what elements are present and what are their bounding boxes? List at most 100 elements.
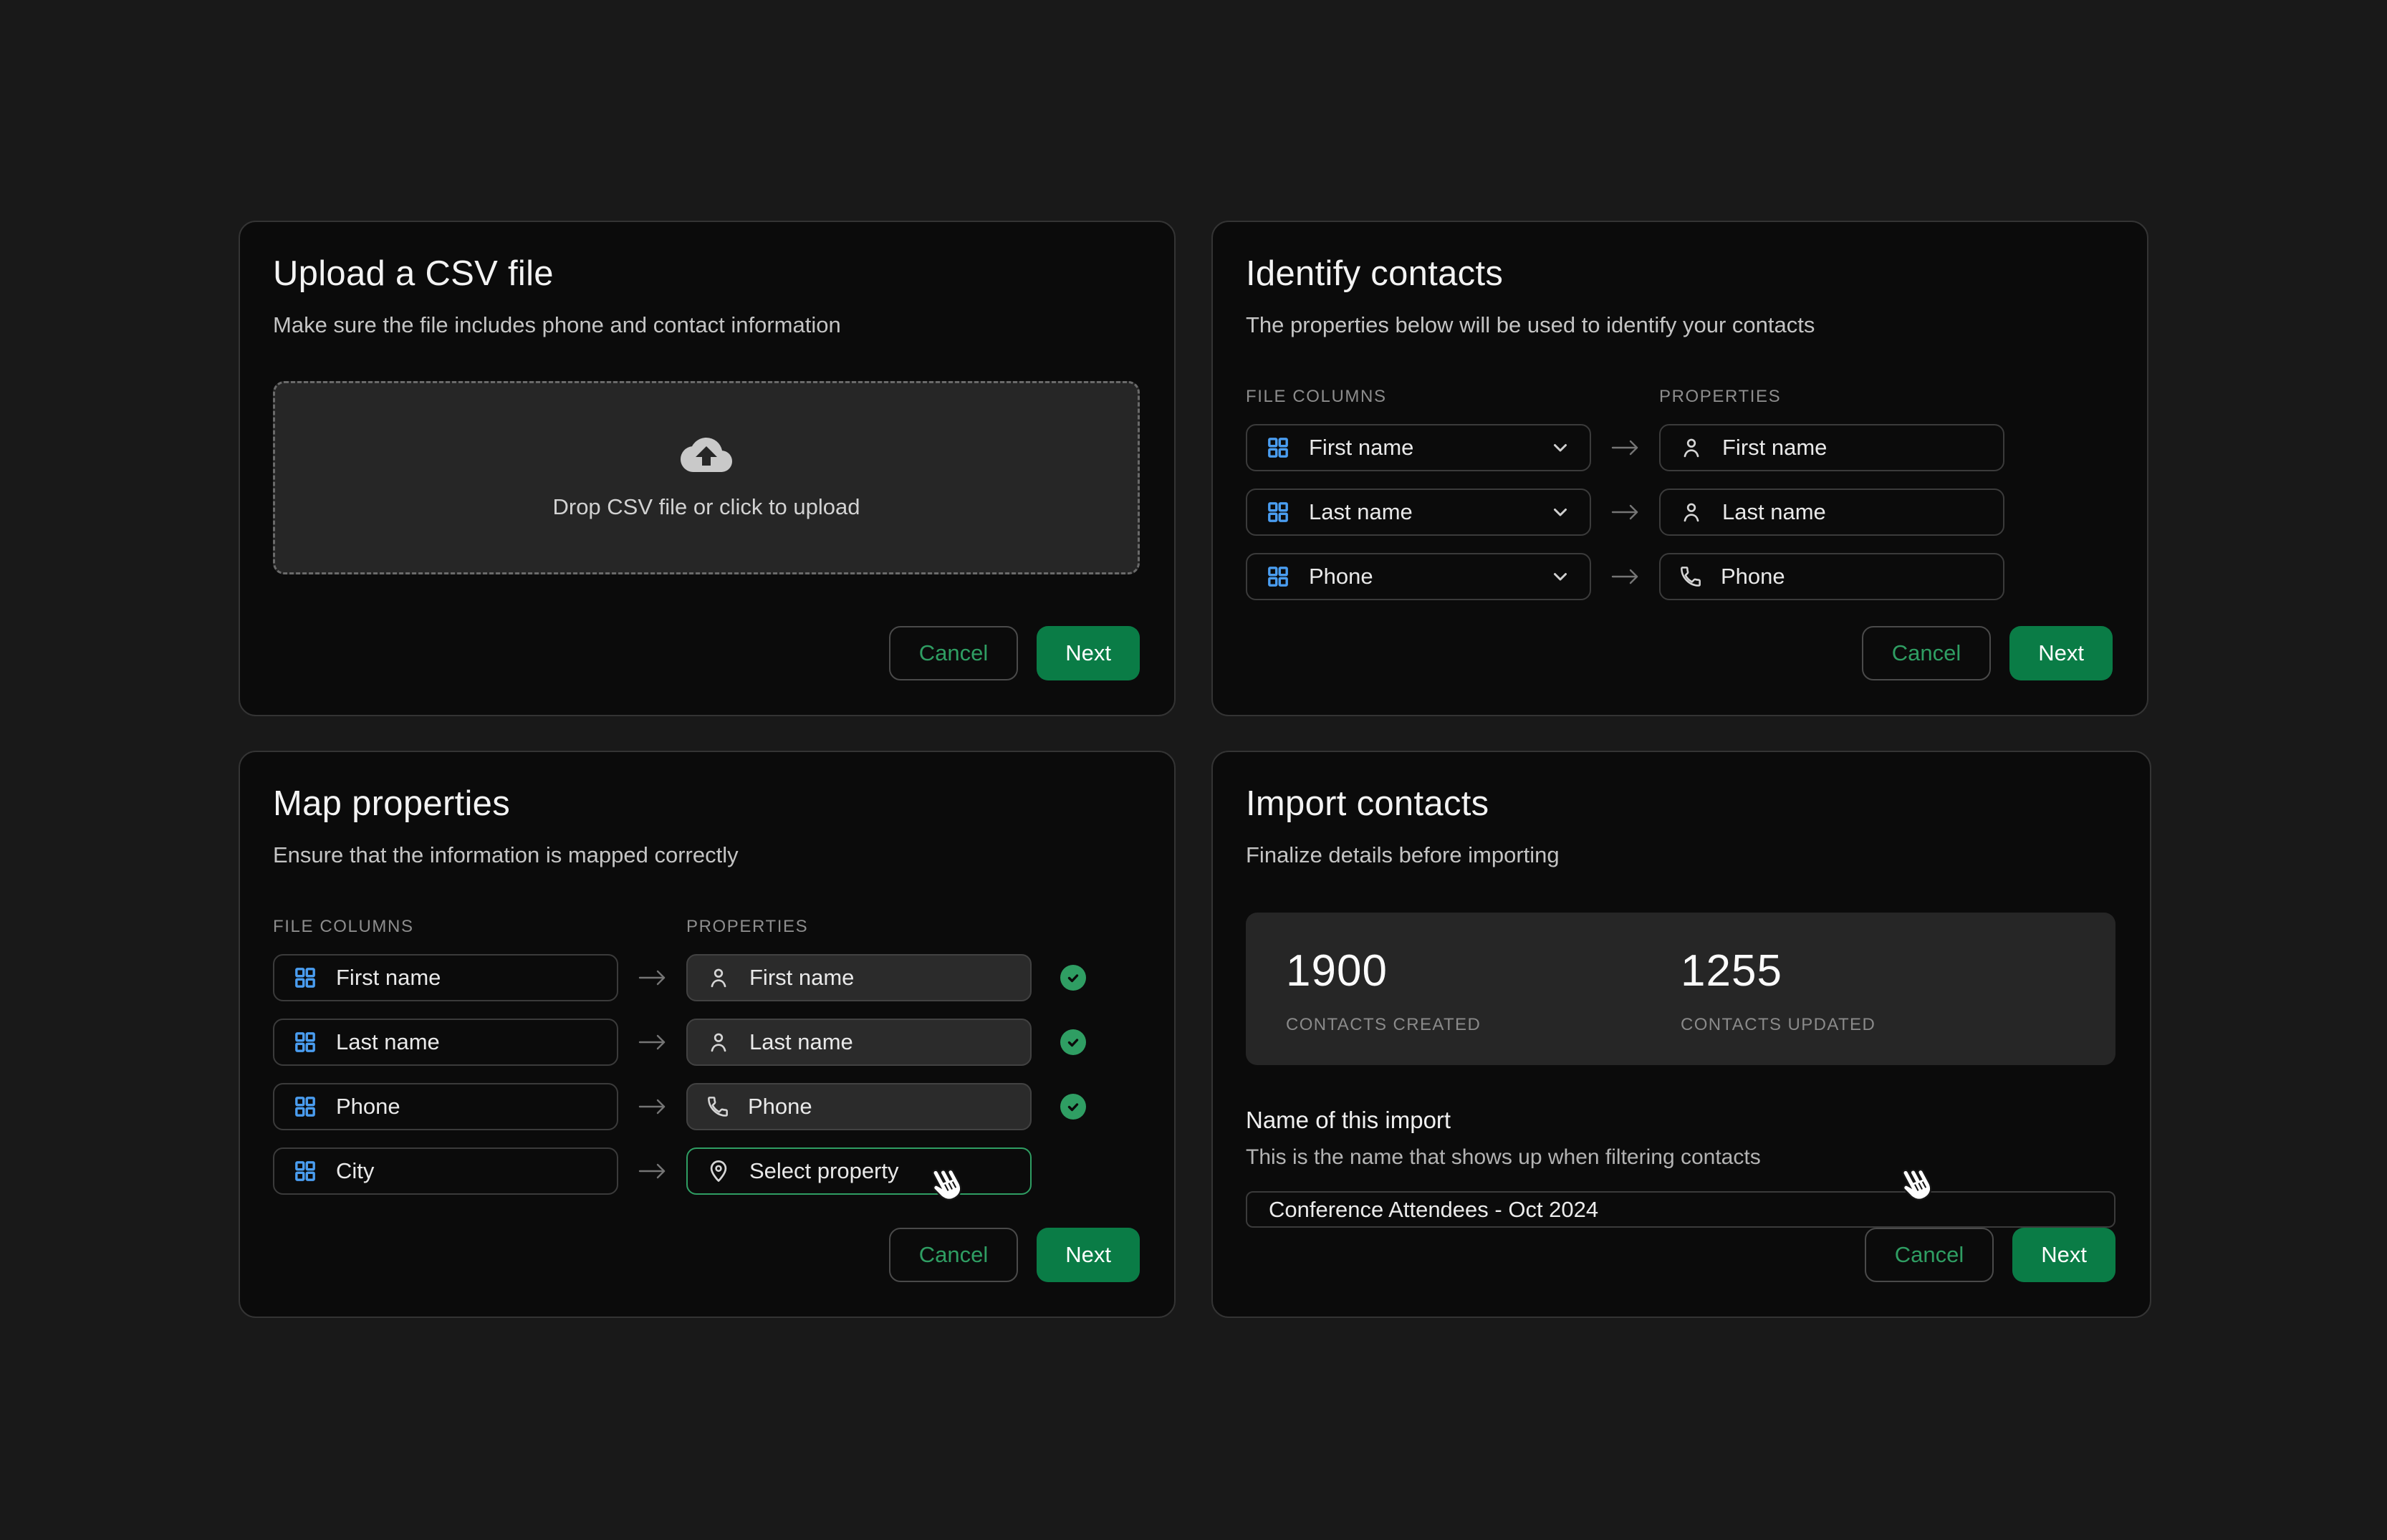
maps-to-arrow-icon [1591, 502, 1659, 522]
import-name-input[interactable] [1246, 1191, 2115, 1228]
page-title: Upload a CSV file [273, 254, 1140, 294]
select-property-placeholder: Select property [749, 1158, 899, 1184]
property-field-first-name[interactable]: First name [686, 954, 1032, 1001]
column-value: City [336, 1158, 374, 1184]
mapping-row: Phone Phone [1246, 553, 2113, 600]
property-field-phone[interactable]: Phone [686, 1083, 1032, 1130]
property-field-last-name[interactable]: Last name [686, 1019, 1032, 1066]
mapping-row: First name First name [273, 954, 1140, 1001]
maps-to-arrow-icon [618, 1161, 686, 1181]
grid-icon [1266, 435, 1290, 460]
csv-dropzone[interactable]: Drop CSV file or click to upload [273, 381, 1140, 574]
button-row: Cancel Next [1246, 1228, 2115, 1282]
card-subtitle: Ensure that the information is mapped co… [273, 842, 1140, 868]
grid-icon [293, 966, 317, 990]
next-button[interactable]: Next [2012, 1228, 2115, 1282]
cancel-button[interactable]: Cancel [889, 626, 1019, 680]
card-subtitle: The properties below will be used to ide… [1246, 312, 2113, 338]
dropdown-value: First name [1309, 435, 1413, 461]
property-value: Last name [749, 1029, 853, 1055]
mapped-check-icon [1060, 965, 1086, 991]
import-stats-panel: 1900 CONTACTS CREATED 1255 CONTACTS UPDA… [1246, 913, 2115, 1065]
person-icon [1679, 435, 1704, 460]
button-row: Cancel Next [273, 626, 1140, 680]
file-column-dropdown-first-name[interactable]: First name [1246, 424, 1591, 471]
stat-label: CONTACTS UPDATED [1681, 1015, 2075, 1035]
mapping-row: City Select property [273, 1147, 1140, 1195]
mapping-row: Last name Last name [273, 1019, 1140, 1066]
mapping-row: Last name Last name [1246, 489, 2113, 536]
map-properties-card: Map properties Ensure that the informati… [239, 751, 1176, 1318]
property-value: Last name [1722, 499, 1826, 525]
mapping-row: Phone Phone [273, 1083, 1140, 1130]
card-subtitle: Make sure the file includes phone and co… [273, 312, 1140, 338]
page-title: Identify contacts [1246, 254, 2113, 294]
import-name-help: This is the name that shows up when filt… [1246, 1145, 2115, 1170]
file-column-first-name[interactable]: First name [273, 954, 618, 1001]
cloud-upload-icon [681, 435, 732, 474]
file-column-dropdown-last-name[interactable]: Last name [1246, 489, 1591, 536]
property-value: Phone [1721, 564, 1785, 589]
cancel-button[interactable]: Cancel [889, 1228, 1019, 1282]
file-column-last-name[interactable]: Last name [273, 1019, 618, 1066]
location-icon [706, 1159, 731, 1183]
next-button[interactable]: Next [1037, 1228, 1140, 1282]
next-button[interactable]: Next [2009, 626, 2113, 680]
property-value: First name [1722, 435, 1827, 461]
mapped-check-icon [1060, 1029, 1086, 1055]
dropdown-value: Last name [1309, 499, 1413, 525]
properties-label: PROPERTIES [1659, 387, 1781, 407]
stat-value: 1900 [1286, 945, 1681, 996]
maps-to-arrow-icon [1591, 567, 1659, 587]
property-value: First name [749, 965, 854, 991]
dropdown-value: Phone [1309, 564, 1373, 589]
import-name-label: Name of this import [1246, 1107, 2115, 1134]
upload-csv-card: Upload a CSV file Make sure the file inc… [239, 221, 1176, 716]
grid-icon [293, 1030, 317, 1054]
phone-icon [706, 1095, 729, 1118]
file-column-dropdown-phone[interactable]: Phone [1246, 553, 1591, 600]
import-contacts-card: Import contacts Finalize details before … [1211, 751, 2151, 1318]
chevron-down-icon [1550, 501, 1571, 523]
person-icon [706, 1030, 731, 1054]
person-icon [1679, 500, 1704, 524]
file-columns-label: FILE COLUMNS [273, 917, 618, 937]
button-row: Cancel Next [1246, 626, 2113, 680]
column-headers: FILE COLUMNS PROPERTIES [273, 917, 1140, 937]
stat-label: CONTACTS CREATED [1286, 1015, 1681, 1035]
cancel-button[interactable]: Cancel [1865, 1228, 1994, 1282]
property-field-first-name[interactable]: First name [1659, 424, 2004, 471]
stat-contacts-updated: 1255 CONTACTS UPDATED [1681, 945, 2075, 1035]
file-column-phone[interactable]: Phone [273, 1083, 618, 1130]
file-columns-label: FILE COLUMNS [1246, 387, 1591, 407]
dropzone-label: Drop CSV file or click to upload [552, 494, 860, 520]
button-row: Cancel Next [273, 1228, 1140, 1282]
maps-to-arrow-icon [618, 1032, 686, 1052]
card-subtitle: Finalize details before importing [1246, 842, 2115, 868]
next-button[interactable]: Next [1037, 626, 1140, 680]
column-headers: FILE COLUMNS PROPERTIES [1246, 387, 2113, 407]
select-property-dropdown[interactable]: Select property [686, 1147, 1032, 1195]
column-value: Last name [336, 1029, 440, 1055]
property-field-last-name[interactable]: Last name [1659, 489, 2004, 536]
maps-to-arrow-icon [618, 1097, 686, 1117]
person-icon [706, 966, 731, 990]
file-column-city[interactable]: City [273, 1147, 618, 1195]
column-value: Phone [336, 1094, 400, 1120]
properties-label: PROPERTIES [686, 917, 808, 937]
chevron-down-icon [1550, 566, 1571, 587]
stat-value: 1255 [1681, 945, 2075, 996]
property-field-phone[interactable]: Phone [1659, 553, 2004, 600]
grid-icon [1266, 564, 1290, 589]
identify-contacts-card: Identify contacts The properties below w… [1211, 221, 2148, 716]
mapping-row: First name First name [1246, 424, 2113, 471]
maps-to-arrow-icon [618, 968, 686, 988]
grid-icon [293, 1159, 317, 1183]
page-title: Import contacts [1246, 784, 2115, 824]
phone-icon [1679, 565, 1702, 588]
grid-icon [1266, 500, 1290, 524]
grid-icon [293, 1094, 317, 1119]
cancel-button[interactable]: Cancel [1862, 626, 1992, 680]
column-value: First name [336, 965, 441, 991]
mapped-check-icon [1060, 1094, 1086, 1120]
